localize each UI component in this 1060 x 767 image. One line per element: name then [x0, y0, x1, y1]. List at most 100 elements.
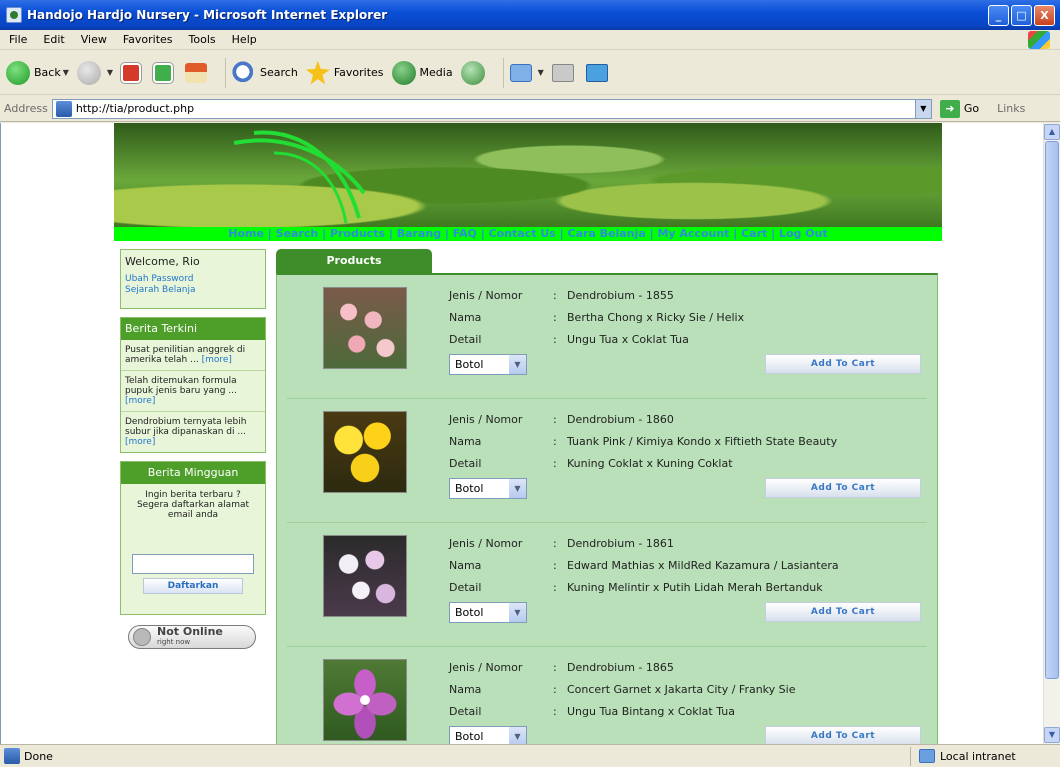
news-more-link[interactable]: [more]	[125, 437, 155, 447]
forward-button[interactable]: ▼	[76, 60, 113, 85]
email-field[interactable]	[132, 554, 254, 574]
jenis-value: Dendrobium - 1865	[567, 660, 674, 674]
history-icon	[460, 60, 485, 85]
scroll-down-icon[interactable]: ▼	[1044, 727, 1060, 743]
nav-search[interactable]: Search	[276, 227, 319, 240]
go-label: Go	[963, 102, 980, 115]
star-icon	[305, 60, 330, 85]
product-item: Jenis / Nomor: Dendrobium - 1860 Nama: Tua…	[287, 399, 927, 523]
menu-view[interactable]: View	[81, 33, 107, 46]
chat-icon	[133, 628, 151, 646]
daftarkan-button[interactable]: Daftarkan	[143, 578, 243, 594]
scrollbar-thumb[interactable]	[1045, 141, 1059, 679]
nav-my-account[interactable]: My Account	[657, 227, 729, 240]
nav-faq[interactable]: FAQ	[453, 227, 477, 240]
colon: :	[553, 412, 557, 426]
menu-tools[interactable]: Tools	[189, 33, 216, 46]
menu-help[interactable]: Help	[232, 33, 257, 46]
menu-edit[interactable]: Edit	[43, 33, 64, 46]
search-button[interactable]: Search	[232, 60, 298, 85]
orchid-photo[interactable]	[323, 535, 407, 617]
news-text: Telah ditemukan formula pupuk jenis baru…	[125, 376, 237, 396]
mail-dropdown-icon[interactable]: ▼	[538, 68, 544, 77]
nav-home[interactable]: Home	[228, 227, 264, 240]
home-button[interactable]	[185, 62, 211, 83]
products-list: Jenis / Nomor: Dendrobium - 1855 Nama: Ber…	[276, 273, 938, 744]
chevron-down-icon[interactable]: ▼	[509, 727, 526, 744]
media-button[interactable]: Media	[391, 60, 453, 85]
page-done-icon	[4, 748, 20, 764]
package-select-value: Botol	[455, 730, 484, 743]
maximize-button[interactable]: □	[1011, 4, 1032, 26]
address-input[interactable]: http://tia/product.php ▼	[51, 98, 932, 119]
colon: :	[553, 704, 557, 718]
nama-value: Concert Garnet x Jakarta City / Franky S…	[567, 682, 796, 696]
vertical-scrollbar[interactable]: ▲ ▼	[1043, 123, 1060, 744]
nav-log-out[interactable]: Log Out	[779, 227, 828, 240]
detail-value: Kuning Coklat x Kuning Coklat	[567, 456, 733, 470]
package-select[interactable]: Botol ▼	[449, 602, 527, 623]
welcome-box: Welcome, Rio Ubah Password Sejarah Belan…	[120, 249, 266, 309]
minimize-button[interactable]: _	[988, 4, 1009, 26]
add-to-cart-button[interactable]: Add To Cart	[765, 726, 921, 744]
history-button[interactable]	[460, 60, 489, 85]
chevron-down-icon[interactable]: ▼	[509, 355, 526, 374]
stop-icon	[121, 62, 142, 83]
menu-file[interactable]: File	[9, 33, 27, 46]
berita-mingguan-box: Berita Mingguan Ingin berita terbaru ? S…	[120, 461, 266, 615]
browser-viewport: Home | Search | Products | Barang | FAQ …	[0, 123, 1060, 744]
ie-icon	[6, 7, 22, 23]
back-dropdown-icon[interactable]: ▼	[63, 68, 69, 77]
print-button[interactable]	[551, 63, 578, 82]
news-more-link[interactable]: [more]	[202, 355, 232, 365]
tab-products[interactable]: Products	[276, 249, 432, 273]
window-title: Handojo Hardjo Nursery - Microsoft Inter…	[27, 8, 388, 22]
add-to-cart-button[interactable]: Add To Cart	[765, 354, 921, 374]
chevron-down-icon[interactable]: ▼	[509, 603, 526, 622]
package-select[interactable]: Botol ▼	[449, 354, 527, 375]
colon: :	[553, 580, 557, 594]
sejarah-belanja-link[interactable]: Sejarah Belanja	[125, 285, 261, 296]
package-select[interactable]: Botol ▼	[449, 726, 527, 744]
nav-products[interactable]: Products	[330, 227, 385, 240]
stop-button[interactable]	[121, 62, 145, 83]
media-label: Media	[419, 66, 453, 79]
nav-separator: |	[318, 227, 330, 240]
main-navigation: Home | Search | Products | Barang | FAQ …	[114, 227, 942, 241]
address-url[interactable]: http://tia/product.php	[76, 102, 915, 115]
online-status-badge[interactable]: Not Online right now	[128, 625, 256, 649]
address-dropdown-icon[interactable]: ▼	[914, 99, 931, 118]
mail-button[interactable]: ▼	[509, 63, 544, 82]
ubah-password-link[interactable]: Ubah Password	[125, 274, 261, 285]
colon: :	[553, 536, 557, 550]
news-more-link[interactable]: [more]	[125, 396, 155, 406]
detail-value: Ungu Tua Bintang x Coklat Tua	[567, 704, 735, 718]
go-button[interactable]: ➜ Go	[939, 99, 980, 118]
chevron-down-icon[interactable]: ▼	[509, 479, 526, 498]
products-panel: Products Jenis / Nomor: Dendrobium - 1855…	[276, 249, 938, 744]
menu-favorites[interactable]: Favorites	[123, 33, 173, 46]
nav-contact-us[interactable]: Contact Us	[489, 227, 556, 240]
nama-label: Nama	[449, 434, 482, 448]
add-to-cart-button[interactable]: Add To Cart	[765, 478, 921, 498]
links-toolbar[interactable]: Links	[997, 102, 1025, 115]
edit-button[interactable]	[585, 63, 612, 82]
colon: :	[553, 558, 557, 572]
orchid-photo[interactable]	[323, 659, 407, 741]
orchid-photo[interactable]	[323, 287, 407, 369]
orchid-photo[interactable]	[323, 411, 407, 493]
toolbar-separator	[502, 57, 504, 88]
forward-dropdown-icon[interactable]: ▼	[107, 68, 113, 77]
nav-cart[interactable]: Cart	[741, 227, 767, 240]
back-button[interactable]: Back ▼	[6, 60, 69, 85]
favorites-button[interactable]: Favorites	[305, 60, 384, 85]
nav-cara-belanja[interactable]: Cara Belanja	[568, 227, 646, 240]
package-select[interactable]: Botol ▼	[449, 478, 527, 499]
refresh-button[interactable]	[153, 62, 177, 83]
nav-barang[interactable]: Barang	[397, 227, 441, 240]
nav-separator: |	[385, 227, 397, 240]
add-to-cart-button[interactable]: Add To Cart	[765, 602, 921, 622]
forward-arrow-icon	[76, 60, 101, 85]
close-button[interactable]: X	[1034, 4, 1055, 26]
scroll-up-icon[interactable]: ▲	[1044, 124, 1060, 140]
